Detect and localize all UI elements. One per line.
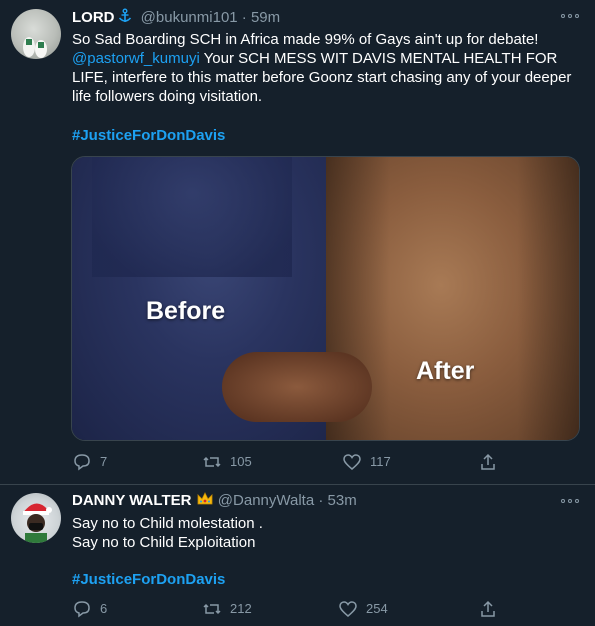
share-icon [481, 600, 495, 617]
username[interactable]: @bukunmi101 [141, 9, 238, 26]
mention-link[interactable]: @pastorwf_kumuyi [72, 50, 200, 67]
before-label: Before [146, 297, 226, 325]
hands-detail [222, 352, 372, 422]
like-count: 117 [370, 454, 391, 469]
timestamp[interactable]: 59m [251, 9, 280, 26]
tweet[interactable]: DANNY WALTER @DannyWalta · 53m Say no to… [0, 485, 595, 626]
more-options-icon[interactable] [561, 495, 581, 507]
reply-count: 7 [100, 454, 108, 469]
display-name[interactable]: LORD [72, 9, 115, 26]
more-options-icon[interactable] [561, 10, 581, 22]
hashtag-link[interactable]: #JusticeForDonDavis [72, 571, 225, 588]
avatar-image [23, 37, 47, 58]
reply-count: 6 [100, 601, 108, 616]
tweet-actions: 6 212 254 [72, 599, 512, 619]
tweet-header: LORD @bukunmi101 · 59m [72, 8, 280, 28]
username[interactable]: @DannyWalta [218, 492, 314, 509]
tweet[interactable]: LORD @bukunmi101 · 59m So Sad Boarding S… [0, 0, 595, 484]
like-count: 254 [366, 601, 388, 616]
timestamp[interactable]: 53m [328, 492, 357, 509]
separator: · [318, 492, 324, 509]
heart-icon [339, 601, 357, 617]
tweet-text: Say no to Child molestation . Say no to … [72, 514, 582, 552]
tweet-actions: 7 105 117 [72, 452, 512, 472]
tweet-text-line: Say no to Child molestation . [72, 515, 263, 532]
tweet-text-intro: So Sad Boarding SCH in Africa made 99% o… [72, 31, 539, 48]
retweet-count: 105 [230, 454, 252, 469]
hashtag-link[interactable]: #JusticeForDonDavis [72, 127, 225, 144]
separator: · [241, 9, 247, 26]
anchor-icon [115, 8, 133, 26]
tweet-header: DANNY WALTER @DannyWalta · 53m [72, 491, 357, 511]
tweet-text: So Sad Boarding SCH in Africa made 99% o… [72, 30, 582, 106]
hashtag-line: #JusticeForDonDavis [72, 570, 582, 589]
display-name[interactable]: DANNY WALTER [72, 492, 191, 509]
after-label: After [416, 357, 475, 385]
tweet-media[interactable]: Before After [71, 156, 580, 441]
retweet-icon [203, 603, 221, 615]
avatar[interactable] [11, 9, 61, 59]
retweet-count: 212 [230, 601, 252, 616]
avatar-image [23, 503, 52, 543]
hashtag-line: #JusticeForDonDavis [72, 126, 582, 145]
avatar[interactable] [11, 493, 61, 543]
tweet-text-line: Say no to Child Exploitation [72, 534, 256, 551]
heart-icon [343, 454, 361, 470]
retweet-icon [203, 456, 221, 468]
reply-icon [74, 454, 90, 471]
share-icon [481, 453, 495, 470]
crown-icon [196, 492, 214, 509]
reply-icon [74, 601, 90, 618]
